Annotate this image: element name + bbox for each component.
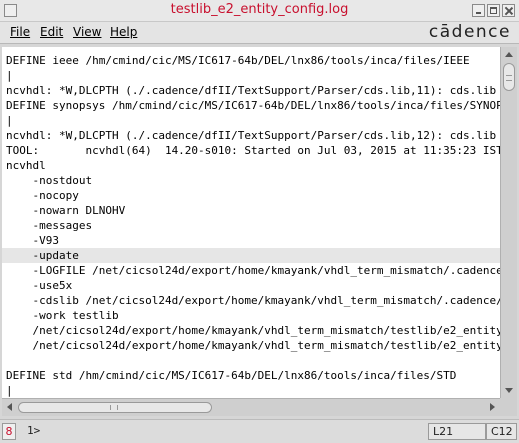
cadence-logo: cādence (428, 22, 511, 42)
log-line: /net/cicsol24d/export/home/kmayank/vhdl_… (6, 339, 500, 352)
menu-bar: File Edit View Help cādence (0, 22, 519, 44)
menu-help[interactable]: Help (110, 25, 137, 39)
command-prompt: 1> (27, 424, 41, 437)
log-line: -work testlib (6, 309, 119, 322)
log-line: ncvhdl (6, 159, 46, 172)
log-line: -nocopy (6, 189, 79, 202)
log-line: -cdslib /net/cicsol24d/export/home/kmaya… (6, 294, 500, 307)
menu-file-label: File (10, 25, 31, 39)
horizontal-scroll-thumb[interactable] (18, 402, 212, 413)
log-line: | (6, 69, 13, 82)
line-indicator: L21 (428, 423, 486, 440)
log-line: /net/cicsol24d/export/home/kmayank/vhdl_… (6, 324, 500, 337)
close-button[interactable] (502, 4, 515, 17)
log-line: DEFINE synopsys /hm/cmind/cic/MS/IC617-6… (6, 99, 500, 112)
log-line: -LOGFILE /net/cicsol24d/export/home/kmay… (6, 264, 500, 277)
scroll-down-icon[interactable] (505, 388, 513, 393)
message-count-badge[interactable]: 8 (2, 423, 16, 440)
log-line: -use5x (6, 279, 73, 292)
log-line: | (6, 114, 13, 127)
log-line: DEFINE std /hm/cmind/cic/MS/IC617-64b/DE… (6, 369, 457, 382)
status-bar: 8 1> L21 C12 (0, 419, 519, 443)
menu-edit-label: Edit (40, 25, 64, 39)
log-text-area[interactable]: DEFINE ieee /hm/cmind/cic/MS/IC617-64b/D… (2, 47, 500, 398)
menu-file[interactable]: File (10, 25, 30, 39)
menu-view[interactable]: View (73, 25, 101, 39)
horizontal-scrollbar[interactable] (2, 398, 500, 416)
log-line: -messages (6, 219, 93, 232)
menu-edit[interactable]: Edit (40, 25, 63, 39)
menu-view-label: View (73, 25, 102, 39)
scroll-up-icon[interactable] (505, 52, 513, 57)
scroll-left-icon[interactable] (7, 403, 12, 411)
log-line: TOOL: ncvhdl(64) 14.20-s010: Started on … (6, 144, 500, 157)
log-line: -V93 (6, 234, 59, 247)
maximize-button[interactable] (487, 4, 500, 17)
log-line: -nostdout (6, 174, 93, 187)
log-line: DEFINE ieee /hm/cmind/cic/MS/IC617-64b/D… (6, 54, 470, 67)
menu-help-label: Help (110, 25, 138, 39)
scroll-right-icon[interactable] (490, 403, 495, 411)
log-line: ncvhdl: *W,DLCPTH (./.cadence/dfII/TextS… (6, 129, 497, 142)
minimize-button[interactable] (472, 4, 485, 17)
log-line: -nowarn DLNOHV (6, 204, 126, 217)
log-line: ncvhdl: *W,DLCPTH (./.cadence/dfII/TextS… (6, 84, 497, 97)
column-indicator: C12 (486, 423, 517, 440)
vertical-scroll-thumb[interactable] (503, 63, 515, 91)
log-line: | (6, 384, 13, 397)
window-title: testlib_e2_entity_config.log (170, 2, 349, 17)
title-bar: testlib_e2_entity_config.log (0, 0, 519, 22)
vertical-scrollbar[interactable] (500, 47, 517, 398)
scrollbar-corner (500, 398, 517, 416)
log-line-highlighted: -update (2, 248, 500, 263)
